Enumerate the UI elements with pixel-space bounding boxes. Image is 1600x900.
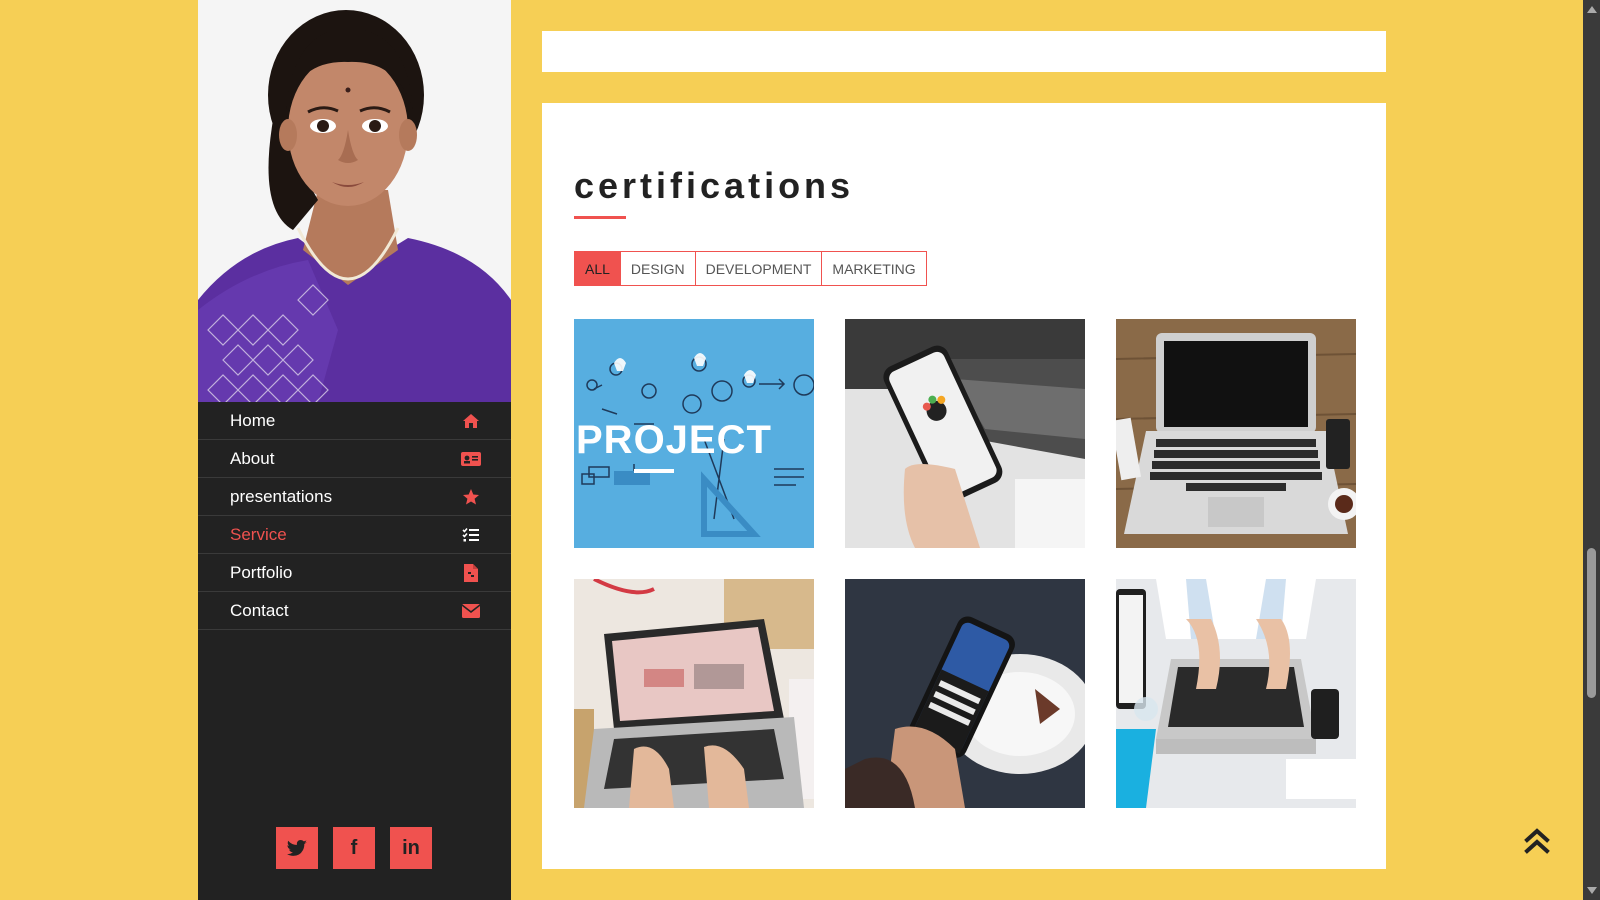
id-card-icon bbox=[461, 449, 481, 469]
facebook-icon: f bbox=[350, 836, 358, 859]
section-title: certifications bbox=[574, 165, 855, 206]
nav-item-about[interactable]: About bbox=[198, 440, 511, 478]
list-check-icon bbox=[461, 525, 481, 545]
portfolio-item-phone-laptop[interactable] bbox=[845, 319, 1085, 548]
svg-text:PROJECT: PROJECT bbox=[576, 418, 772, 462]
nav-item-portfolio[interactable]: Portfolio bbox=[198, 554, 511, 592]
title-underline bbox=[574, 216, 626, 219]
filter-design[interactable]: DESIGN bbox=[620, 251, 696, 286]
nav-item-contact[interactable]: Contact bbox=[198, 592, 511, 630]
filter-bar: ALL DESIGN DEVELOPMENT MARKETING bbox=[574, 251, 927, 286]
nav-label: presentations bbox=[230, 486, 333, 506]
filter-all[interactable]: ALL bbox=[574, 251, 621, 286]
file-icon bbox=[461, 563, 481, 583]
filter-development[interactable]: DEVELOPMENT bbox=[695, 251, 823, 286]
page-scrollbar[interactable] bbox=[1583, 0, 1600, 900]
twitter-button[interactable] bbox=[276, 827, 318, 869]
top-card bbox=[542, 31, 1386, 72]
certifications-section: certifications ALL DESIGN DEVELOPMENT MA… bbox=[542, 103, 1386, 869]
star-icon bbox=[461, 487, 481, 507]
envelope-icon bbox=[461, 601, 481, 621]
portfolio-item-laptop-overhead[interactable] bbox=[1116, 579, 1356, 808]
portfolio-item-phone-hand[interactable] bbox=[845, 579, 1085, 808]
nav-label: About bbox=[230, 448, 275, 468]
nav-label: Contact bbox=[230, 600, 289, 620]
portfolio-item-laptop-desk[interactable] bbox=[1116, 319, 1356, 548]
main-nav: Home About presentations Service Portfol… bbox=[198, 402, 511, 630]
nav-label: Portfolio bbox=[230, 562, 293, 582]
nav-item-presentations[interactable]: presentations bbox=[198, 478, 511, 516]
twitter-icon bbox=[287, 839, 307, 856]
linkedin-icon: in bbox=[402, 836, 420, 859]
double-chevron-up-icon bbox=[1524, 828, 1550, 854]
portfolio-item-typing-laptop[interactable] bbox=[574, 579, 814, 808]
social-links: f in bbox=[276, 827, 432, 869]
sidebar: Home About presentations Service Portfol… bbox=[198, 0, 511, 900]
scroll-down-arrow[interactable] bbox=[1587, 887, 1597, 894]
scrollbar-thumb[interactable] bbox=[1587, 548, 1596, 698]
scroll-top-button[interactable] bbox=[1522, 826, 1552, 856]
home-icon bbox=[461, 411, 481, 431]
linkedin-button[interactable]: in bbox=[390, 827, 432, 869]
scroll-up-arrow[interactable] bbox=[1587, 6, 1597, 13]
nav-label: Home bbox=[230, 410, 276, 430]
filter-marketing[interactable]: MARKETING bbox=[822, 251, 927, 286]
portfolio-item-project[interactable]: PROJECT bbox=[574, 319, 814, 548]
nav-label: Service bbox=[230, 524, 287, 544]
facebook-button[interactable]: f bbox=[333, 827, 375, 869]
nav-item-service[interactable]: Service bbox=[198, 516, 511, 554]
nav-item-home[interactable]: Home bbox=[198, 402, 511, 440]
portfolio-grid: PROJECT bbox=[574, 319, 1356, 808]
profile-photo bbox=[198, 0, 511, 402]
